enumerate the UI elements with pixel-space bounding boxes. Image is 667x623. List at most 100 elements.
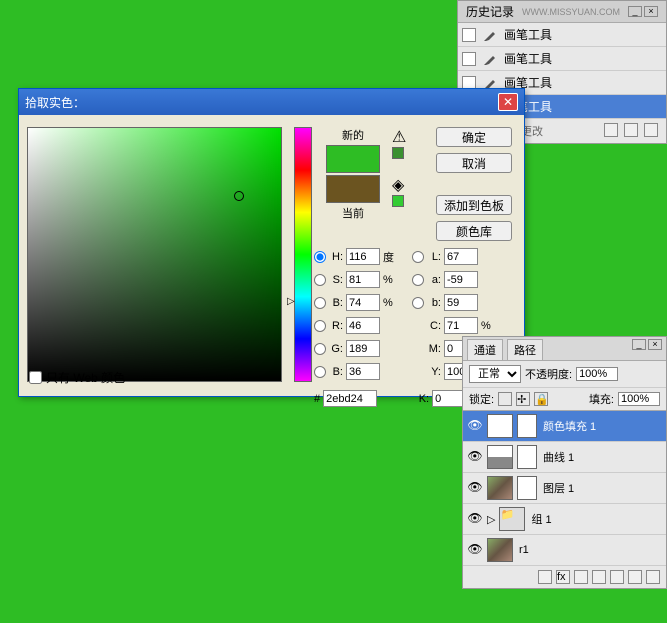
g-input[interactable] [346, 340, 380, 357]
mask-thumb[interactable] [517, 476, 537, 500]
opacity-label: 不透明度: [525, 366, 572, 382]
fill-input[interactable] [618, 392, 660, 406]
brush-icon [482, 27, 498, 43]
visibility-icon[interactable]: 👁 [467, 418, 483, 434]
cancel-button[interactable]: 取消 [436, 153, 512, 173]
minimize-btn[interactable]: _ [628, 6, 642, 17]
m-label: M: [427, 343, 441, 355]
watermark: WWW.MISSYUAN.COM [522, 7, 620, 17]
window-controls: _ × [628, 6, 658, 17]
l-label: L: [427, 251, 441, 263]
gamut-swatch[interactable] [392, 147, 404, 159]
layer-row[interactable]: 👁 曲线 1 [463, 442, 666, 473]
history-row[interactable]: 画笔工具 [458, 23, 666, 47]
minimize-btn[interactable]: _ [632, 339, 646, 350]
hue-slider[interactable]: ▷ [294, 127, 312, 382]
a-input[interactable] [444, 271, 478, 288]
lock-position-icon[interactable]: ✢ [516, 392, 530, 406]
l-input[interactable] [444, 248, 478, 265]
new-document-icon[interactable] [624, 123, 638, 137]
g-label: G: [329, 343, 343, 355]
layer-thumb[interactable] [487, 414, 513, 438]
visibility-icon[interactable]: 👁 [467, 449, 483, 465]
close-btn[interactable]: × [648, 339, 662, 350]
mask-icon[interactable] [574, 570, 588, 584]
current-color-label: 当前 [342, 205, 364, 221]
close-btn[interactable]: × [644, 6, 658, 17]
layer-thumb[interactable] [487, 538, 513, 562]
bb-input[interactable] [346, 363, 380, 380]
history-checkbox[interactable] [462, 28, 476, 42]
lock-label: 锁定: [469, 391, 494, 407]
folder-icon[interactable] [610, 570, 624, 584]
visibility-icon[interactable]: 👁 [467, 511, 483, 527]
c-unit: % [481, 320, 495, 332]
h-radio[interactable] [314, 251, 326, 263]
h-input[interactable] [346, 248, 380, 265]
fx-icon[interactable]: fx [556, 570, 570, 584]
h-label: H: [329, 251, 343, 263]
current-color-swatch[interactable] [326, 175, 380, 203]
websafe-swatch[interactable] [392, 195, 404, 207]
b-input[interactable] [346, 294, 380, 311]
hex-label: # [314, 393, 320, 405]
folder-icon[interactable]: 📁 [499, 507, 525, 531]
s-radio[interactable] [314, 274, 326, 286]
color-picker-titlebar[interactable]: 拾取实色： ✕ [19, 89, 524, 115]
tab-paths[interactable]: 路径 [507, 339, 543, 360]
chevron-right-icon[interactable]: ▷ [487, 513, 495, 526]
new-snapshot-icon[interactable] [604, 123, 618, 137]
history-row[interactable]: 画笔工具 [458, 47, 666, 71]
gamut-warning-icon[interactable]: ⚠ [392, 127, 406, 141]
history-title: 历史记录 [466, 3, 514, 20]
color-field-marker [234, 191, 244, 201]
layer-thumb[interactable] [487, 476, 513, 500]
a-radio[interactable] [412, 274, 424, 286]
adjustment-icon[interactable] [592, 570, 606, 584]
blend-mode-select[interactable]: 正常 [469, 365, 521, 383]
hex-input[interactable] [323, 390, 377, 407]
trash-icon[interactable] [644, 123, 658, 137]
trash-icon[interactable] [646, 570, 660, 584]
close-button[interactable]: ✕ [498, 93, 518, 111]
history-label: 画笔工具 [504, 26, 552, 43]
history-checkbox[interactable] [462, 52, 476, 66]
mask-thumb[interactable] [517, 445, 537, 469]
g-radio[interactable] [314, 343, 326, 355]
layer-row[interactable]: 👁 颜色填充 1 [463, 411, 666, 442]
s-input[interactable] [346, 271, 380, 288]
web-only-checkbox[interactable] [29, 371, 42, 384]
lock-pixels-icon[interactable] [498, 392, 512, 406]
c-label: C: [427, 320, 441, 332]
hue-marker: ▷ [287, 296, 295, 307]
r-input[interactable] [346, 317, 380, 334]
visibility-icon[interactable]: 👁 [467, 480, 483, 496]
r-radio[interactable] [314, 320, 326, 332]
mask-thumb[interactable] [517, 414, 537, 438]
lock-all-icon[interactable]: 🔒 [534, 392, 548, 406]
new-layer-icon[interactable] [628, 570, 642, 584]
layer-name: 图层 1 [543, 480, 574, 496]
l-radio[interactable] [412, 251, 424, 263]
color-library-button[interactable]: 颜色库 [436, 221, 512, 241]
opacity-input[interactable] [576, 367, 618, 381]
tab-channels[interactable]: 通道 [467, 339, 503, 360]
layer-thumb[interactable] [487, 445, 513, 469]
add-swatch-button[interactable]: 添加到色板 [436, 195, 512, 215]
layer-row[interactable]: 👁 图层 1 [463, 473, 666, 504]
visibility-icon[interactable]: 👁 [467, 542, 483, 558]
lab-b-radio[interactable] [412, 297, 424, 309]
b-radio[interactable] [314, 297, 326, 309]
k-label: K: [415, 393, 429, 405]
link-icon[interactable] [538, 570, 552, 584]
cube-icon[interactable]: ◈ [392, 175, 406, 189]
color-field[interactable] [27, 127, 282, 382]
ok-button[interactable]: 确定 [436, 127, 512, 147]
new-color-swatch [326, 145, 380, 173]
lab-b-input[interactable] [444, 294, 478, 311]
layer-row[interactable]: 👁 r1 [463, 535, 666, 566]
bb-radio[interactable] [314, 366, 326, 378]
layer-row[interactable]: 👁 ▷ 📁 组 1 [463, 504, 666, 535]
c-input[interactable] [444, 317, 478, 334]
lab-b-label: b: [427, 297, 441, 309]
